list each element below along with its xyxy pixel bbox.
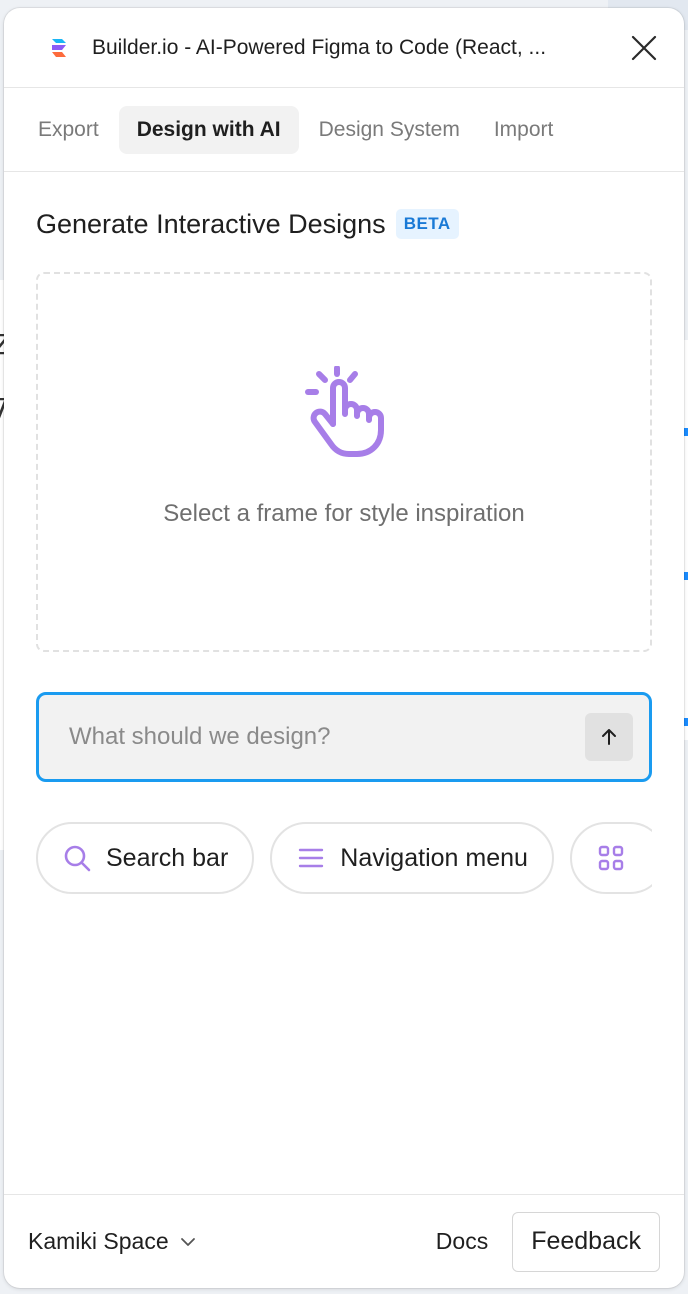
tab-import[interactable]: Import: [480, 106, 568, 154]
suggestion-label: Navigation menu: [340, 843, 528, 872]
menu-icon: [296, 843, 326, 873]
heading-row: Generate Interactive Designs BETA: [36, 208, 652, 240]
search-icon: [62, 843, 92, 873]
chevron-down-icon: [180, 1237, 195, 1246]
frame-dropzone[interactable]: Select a frame for style inspiration: [36, 272, 652, 652]
docs-link[interactable]: Docs: [436, 1228, 488, 1255]
tab-bar: Export Design with AI Design System Impo…: [4, 88, 684, 172]
suggestion-chips: Search bar Navigation menu: [36, 822, 652, 894]
prompt-box: [36, 692, 652, 782]
workspace-name: Kamiki Space: [28, 1228, 169, 1254]
workspace-selector[interactable]: Kamiki Space: [28, 1228, 197, 1255]
tab-design-with-ai[interactable]: Design with AI: [118, 105, 299, 154]
tab-design-system[interactable]: Design System: [305, 106, 474, 154]
tab-export[interactable]: Export: [24, 106, 113, 154]
builder-logo-icon: [52, 38, 66, 57]
page-title: Generate Interactive Designs: [36, 208, 386, 239]
grid-icon: [596, 843, 626, 873]
dropzone-hint: Select a frame for style inspiration: [163, 500, 525, 527]
window-title: Builder.io - AI-Powered Figma to Code (R…: [92, 35, 547, 59]
suggestion-search-bar[interactable]: Search bar: [36, 822, 255, 894]
send-button[interactable]: [585, 713, 633, 761]
feedback-button[interactable]: Feedback: [512, 1211, 660, 1272]
plugin-panel: Builder.io - AI-Powered Figma to Code (R…: [4, 8, 684, 1288]
title-bar: Builder.io - AI-Powered Figma to Code (R…: [4, 8, 684, 88]
beta-badge: BETA: [395, 209, 459, 239]
main-content: Generate Interactive Designs BETA Select…: [4, 172, 684, 894]
footer: Kamiki Space Docs Feedback: [4, 1194, 684, 1288]
close-icon: [631, 35, 657, 60]
prompt-input[interactable]: [69, 723, 585, 751]
suggestion-navigation-menu[interactable]: Navigation menu: [270, 822, 554, 894]
suggestion-grid[interactable]: [569, 822, 652, 894]
arrow-up-icon: [602, 729, 616, 745]
close-button[interactable]: [628, 32, 660, 64]
suggestion-label: Search bar: [106, 843, 229, 872]
tap-hand-icon: [305, 366, 384, 457]
